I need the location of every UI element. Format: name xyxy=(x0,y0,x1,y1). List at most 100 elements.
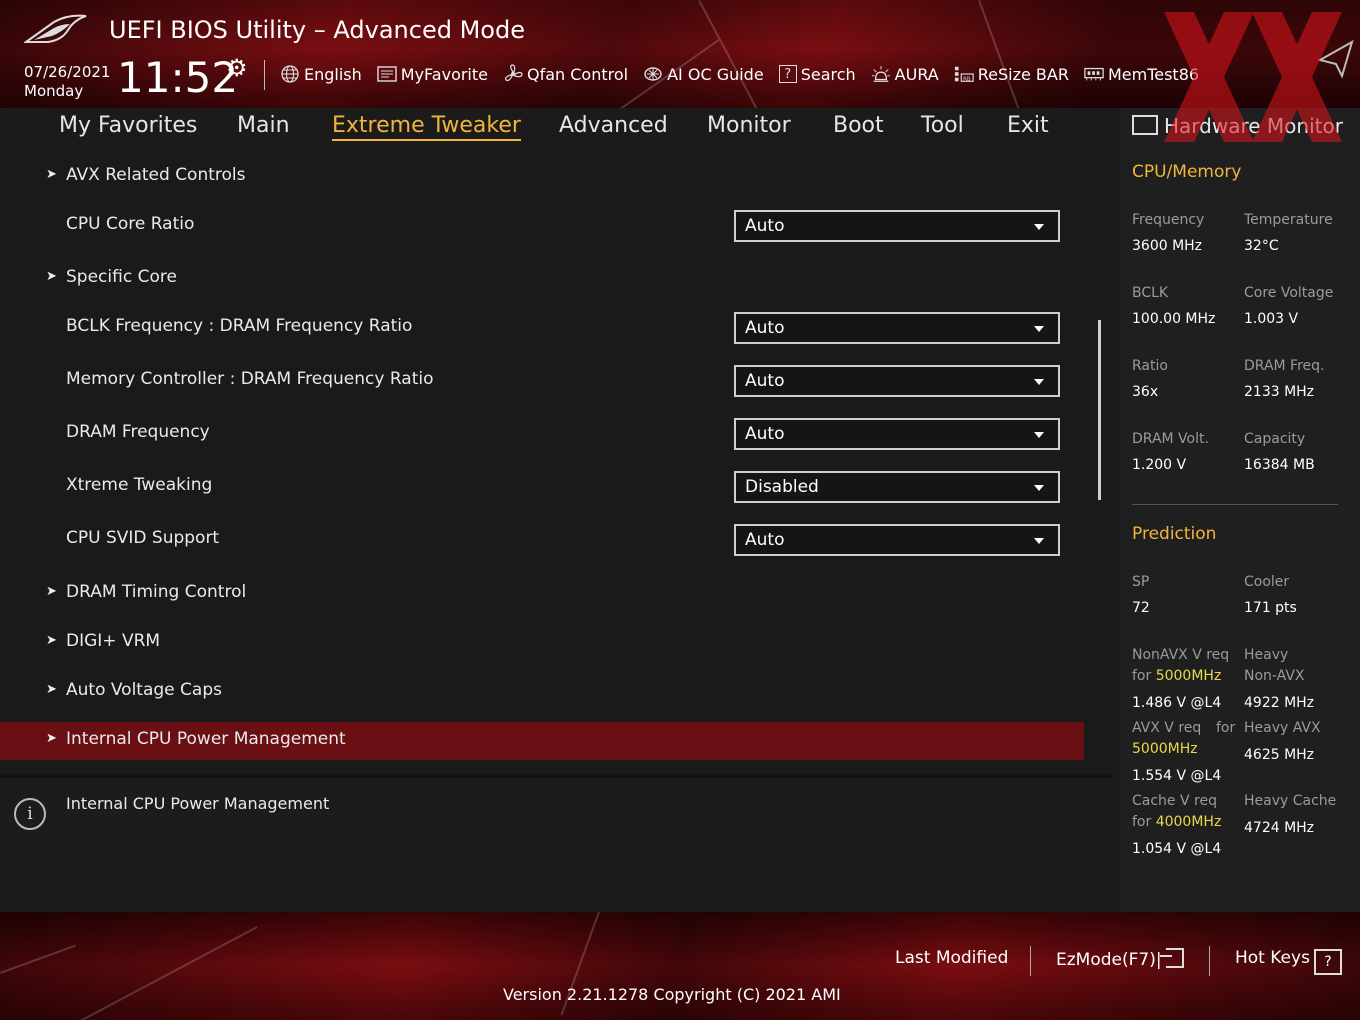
toolbar: English MyFavorite Qfan Control AI OC Gu… xyxy=(280,64,1214,84)
submenu-auto-voltage-caps[interactable]: ➤ Auto Voltage Caps xyxy=(0,673,1084,711)
tab-boot[interactable]: Boot xyxy=(833,113,884,138)
chevron-down-icon xyxy=(1034,432,1044,438)
tab-exit[interactable]: Exit xyxy=(1007,113,1049,138)
ratio-label: Ratio xyxy=(1132,358,1168,374)
dram-freq-value: 2133 MHz xyxy=(1244,384,1315,400)
submenu-dram-timing-control[interactable]: ➤ DRAM Timing Control xyxy=(0,575,1084,613)
ezmode-button[interactable]: EzMode(F7)| xyxy=(1056,948,1184,970)
myfavorite-button[interactable]: MyFavorite xyxy=(377,64,488,84)
cooler-label: Cooler xyxy=(1244,574,1290,590)
chip-icon xyxy=(643,64,663,84)
setting-label: Auto Voltage Caps xyxy=(66,680,222,700)
memory-controller-ratio-dropdown[interactable]: Auto xyxy=(734,365,1060,397)
chevron-down-icon xyxy=(1034,485,1044,491)
dram-volt-label: DRAM Volt. xyxy=(1132,431,1209,447)
hardware-monitor-label: Hardware Monitor xyxy=(1164,114,1343,138)
setting-label: DRAM Timing Control xyxy=(66,582,247,602)
divider xyxy=(1030,946,1031,976)
tab-extreme-tweaker[interactable]: Extreme Tweaker xyxy=(332,113,521,141)
heavy-avx-label: Heavy AVX xyxy=(1244,720,1321,736)
tab-monitor[interactable]: Monitor xyxy=(707,113,791,138)
heavy-cache-value: 4724 MHz xyxy=(1244,820,1315,836)
memtest86-button[interactable]: MemTest86 xyxy=(1084,64,1199,84)
nonavx-vreq-value: 1.486 V @L4 xyxy=(1132,695,1222,711)
tab-main[interactable]: Main xyxy=(237,113,290,138)
qfan-control-button[interactable]: Qfan Control xyxy=(503,64,628,84)
rog-logo-icon xyxy=(24,14,87,43)
dram-frequency-dropdown[interactable]: Auto xyxy=(734,418,1060,450)
setting-label: DRAM Frequency xyxy=(66,422,210,442)
divider xyxy=(264,60,265,90)
last-modified-button[interactable]: Last Modified xyxy=(895,948,1008,968)
heavy-nonavx-value: 4922 MHz xyxy=(1244,695,1315,711)
tab-tool[interactable]: Tool xyxy=(921,113,964,138)
chevron-down-icon xyxy=(1034,379,1044,385)
bclk-value: 100.00 MHz xyxy=(1132,311,1216,327)
search-button[interactable]: ? Search xyxy=(778,65,856,84)
for-text: for xyxy=(1132,668,1152,684)
dropdown-value: Auto xyxy=(745,371,785,391)
cpu-core-ratio-dropdown[interactable]: Auto xyxy=(734,210,1060,242)
cache-freq: 4000MHz xyxy=(1155,814,1222,830)
ratio-value: 36x xyxy=(1132,384,1159,400)
dropdown-value: Auto xyxy=(745,424,785,444)
submenu-arrow-icon: ➤ xyxy=(46,633,57,648)
submenu-arrow-icon: ➤ xyxy=(46,682,57,697)
tab-my-favorites[interactable]: My Favorites xyxy=(59,113,197,138)
monitor-icon xyxy=(1132,115,1158,135)
day-text: Monday xyxy=(24,82,84,100)
submenu-internal-cpu-power-management[interactable]: ➤ Internal CPU Power Management xyxy=(0,722,1084,760)
nonavx-freq: 5000MHz xyxy=(1155,668,1222,684)
help-question-icon: ? xyxy=(1313,949,1342,975)
cache-vreq-label: Cache V req xyxy=(1132,793,1217,809)
chevron-down-icon xyxy=(1034,224,1044,230)
setting-label: Memory Controller : DRAM Frequency Ratio xyxy=(66,369,434,389)
ai-oc-guide-button[interactable]: AI OC Guide xyxy=(643,64,764,84)
clock: 11:52 xyxy=(117,53,239,102)
dropdown-value: Auto xyxy=(745,530,785,550)
aura-button[interactable]: AURA xyxy=(871,64,939,84)
divider xyxy=(1209,946,1210,976)
temperature-label: Temperature xyxy=(1244,212,1333,228)
ai-oc-guide-label: AI OC Guide xyxy=(667,64,764,84)
cache-vreq-for: for 4000MHz xyxy=(1132,812,1221,833)
submenu-digi-vrm[interactable]: ➤ DIGI+ VRM xyxy=(0,624,1084,662)
cursor-arrow-icon xyxy=(1318,40,1354,79)
tab-advanced[interactable]: Advanced xyxy=(559,113,668,138)
header-bar: UEFI BIOS Utility – Advanced Mode 07/26/… xyxy=(0,0,1360,108)
clock-settings-gear-icon[interactable]: ⚙ xyxy=(226,54,248,82)
chevron-down-icon xyxy=(1034,538,1044,544)
help-text: Internal CPU Power Management xyxy=(66,794,330,813)
app-title: UEFI BIOS Utility – Advanced Mode xyxy=(109,16,525,44)
resize-bar-label: ReSize BAR xyxy=(977,64,1069,84)
dropdown-value: Disabled xyxy=(745,477,819,497)
settings-scrollbar[interactable] xyxy=(1098,320,1101,500)
nonavx-vreq-for: for 5000MHz xyxy=(1132,666,1221,687)
aura-light-icon xyxy=(871,64,891,84)
version-text: Version 2.21.1278 Copyright (C) 2021 AMI xyxy=(503,985,841,1004)
language-button[interactable]: English xyxy=(280,64,362,84)
cpu-svid-support-dropdown[interactable]: Auto xyxy=(734,524,1060,556)
capacity-label: Capacity xyxy=(1244,431,1306,447)
avx-freq: 5000MHz xyxy=(1132,741,1198,757)
setting-label: Xtreme Tweaking xyxy=(66,475,213,495)
hardware-monitor-title: Hardware Monitor xyxy=(1132,114,1343,138)
favorite-list-icon xyxy=(377,64,397,84)
submenu-specific-core[interactable]: ➤ Specific Core xyxy=(0,260,1084,298)
submenu-avx-related-controls[interactable]: ➤ AVX Related Controls xyxy=(0,158,1084,196)
nonavx-vreq-label: NonAVX V req xyxy=(1132,647,1230,663)
xtreme-tweaking-dropdown[interactable]: Disabled xyxy=(734,471,1060,503)
setting-label: BCLK Frequency : DRAM Frequency Ratio xyxy=(66,316,413,336)
sp-value: 72 xyxy=(1132,600,1150,616)
myfavorite-label: MyFavorite xyxy=(400,64,488,84)
chevron-down-icon xyxy=(1034,326,1044,332)
submenu-arrow-icon: ➤ xyxy=(46,584,57,599)
language-label: English xyxy=(304,64,362,84)
date-display: 07/26/2021 Monday xyxy=(24,63,110,101)
hot-keys-button[interactable]: Hot Keys? xyxy=(1235,948,1342,975)
setting-label: DIGI+ VRM xyxy=(66,631,161,651)
footer-bar: Last Modified EzMode(F7)| Hot Keys? Vers… xyxy=(0,912,1360,1020)
frequency-label: Frequency xyxy=(1132,212,1205,228)
bclk-dram-ratio-dropdown[interactable]: Auto xyxy=(734,312,1060,344)
resize-bar-button[interactable]: RB ReSize BAR xyxy=(954,64,1069,84)
